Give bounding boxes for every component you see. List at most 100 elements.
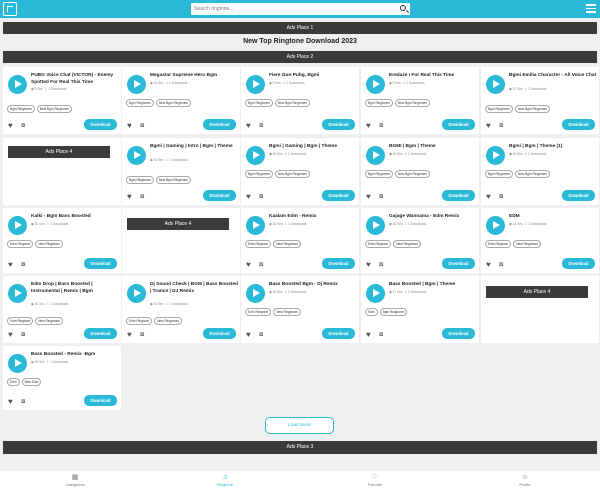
ringtone-title[interactable]: Eredaze I For Real This Time: [389, 73, 477, 80]
play-button[interactable]: [8, 75, 27, 94]
share-icon[interactable]: ⧇: [140, 331, 148, 339]
download-button[interactable]: Download: [562, 258, 595, 269]
ringtone-title[interactable]: Dj Sound Check | BGM | Bass Boosted | Tr…: [150, 282, 238, 295]
download-button[interactable]: Download: [442, 119, 475, 130]
share-icon[interactable]: ⧇: [21, 122, 29, 130]
tag[interactable]: Bgm Ringtones: [126, 99, 154, 107]
tag[interactable]: Bgm Ringtones: [245, 99, 273, 107]
share-icon[interactable]: ⧇: [499, 261, 507, 269]
ringtone-title[interactable]: Bgmi Emilia Character - All Voice Chat: [509, 73, 597, 80]
tag[interactable]: New Bgm Ringtones: [514, 170, 550, 178]
share-icon[interactable]: ⧇: [259, 193, 267, 201]
tag[interactable]: Best Bgm Ringtones: [36, 105, 72, 113]
nav-ringtone[interactable]: ♫ Ringtone: [200, 474, 250, 487]
download-button[interactable]: Download: [84, 395, 117, 406]
tag[interactable]: New Bgm Ringtones: [155, 99, 191, 107]
download-button[interactable]: Download: [562, 119, 595, 130]
ringtone-title[interactable]: Megastar Supreme Hero Bgm: [150, 73, 238, 80]
favorite-heart-icon[interactable]: ♥: [246, 122, 254, 130]
tag[interactable]: Edm: [7, 378, 20, 386]
tag[interactable]: New Ringtones: [273, 308, 301, 316]
tag[interactable]: Bgm Ringtones: [365, 99, 393, 107]
download-button[interactable]: Download: [84, 119, 117, 130]
tag[interactable]: Bgm Ringtones: [365, 170, 393, 178]
download-button[interactable]: Download: [322, 119, 355, 130]
share-icon[interactable]: ⧇: [140, 122, 148, 130]
tag[interactable]: Bgm Ringtones: [7, 105, 35, 113]
tag[interactable]: New Bgm Ringtones: [274, 99, 310, 107]
favorite-heart-icon[interactable]: ♥: [127, 193, 135, 201]
ringtone-title[interactable]: Bass Boosted | Bgm | Theme: [389, 282, 477, 289]
ad-banner-3[interactable]: Ads Place 3: [3, 441, 597, 454]
tag[interactable]: Edm Ringtone: [126, 317, 153, 325]
favorite-heart-icon[interactable]: ♥: [127, 122, 135, 130]
search-input[interactable]: Search ringtone...: [191, 3, 410, 15]
tag[interactable]: New Ringtones: [35, 240, 63, 248]
favorite-heart-icon[interactable]: ♥: [8, 122, 16, 130]
share-icon[interactable]: ⧇: [21, 331, 29, 339]
ringtone-title[interactable]: Bass Boosted Bgm - Dj Remix: [269, 282, 357, 289]
download-button[interactable]: Download: [84, 328, 117, 339]
download-button[interactable]: Download: [203, 328, 236, 339]
download-button[interactable]: Download: [322, 258, 355, 269]
app-logo-icon[interactable]: [3, 2, 17, 16]
tag[interactable]: New Bgm Ringtones: [274, 170, 310, 178]
ad-banner-2[interactable]: Ads Place 2: [3, 51, 597, 63]
ringtone-title[interactable]: Bgmi | Gaming | Intro | Bgm | Theme: [150, 144, 238, 151]
tag[interactable]: New Bgm Ringtones: [514, 105, 550, 113]
tag[interactable]: Edm Ringtone: [245, 240, 272, 248]
ringtone-title[interactable]: Gajage Wannama - Edm Remix: [389, 214, 477, 221]
tag[interactable]: Edm: [365, 308, 378, 316]
download-button[interactable]: Download: [322, 328, 355, 339]
download-button[interactable]: Download: [322, 190, 355, 201]
tag[interactable]: Edm Ringtone: [485, 240, 512, 248]
share-icon[interactable]: ⧇: [140, 193, 148, 201]
favorite-heart-icon[interactable]: ♥: [246, 331, 254, 339]
favorite-heart-icon[interactable]: ♥: [366, 193, 374, 201]
ad-place-4[interactable]: Ads Place 4: [127, 218, 229, 230]
ringtone-title[interactable]: Edm Drop | Bass Boosted | Instrumental |…: [31, 282, 119, 295]
favorite-heart-icon[interactable]: ♥: [486, 122, 494, 130]
tag[interactable]: New Ringtones: [154, 317, 182, 325]
tag[interactable]: Edm Ringtone: [7, 240, 34, 248]
favorite-heart-icon[interactable]: ♥: [8, 398, 16, 406]
share-icon[interactable]: ⧇: [379, 122, 387, 130]
favorite-heart-icon[interactable]: ♥: [246, 261, 254, 269]
play-button[interactable]: [8, 284, 27, 303]
ringtone-title[interactable]: Bgmi | Gaming | Bgm | Theme: [269, 144, 357, 151]
nav-profile[interactable]: ☺ Profile: [500, 474, 550, 487]
tag[interactable]: New Ringtones: [393, 240, 421, 248]
download-button[interactable]: Download: [442, 328, 475, 339]
ringtone-title[interactable]: Fiere Gun Pubg, Bgmi: [269, 73, 357, 80]
share-icon[interactable]: ⧇: [379, 331, 387, 339]
play-button[interactable]: [127, 284, 146, 303]
ad-banner-1[interactable]: Ads Place 1: [3, 22, 597, 34]
favorite-heart-icon[interactable]: ♥: [486, 193, 494, 201]
tag[interactable]: Bgm Ringtones: [485, 170, 513, 178]
tag[interactable]: Bgm Ringtones: [379, 308, 408, 316]
favorite-heart-icon[interactable]: ♥: [127, 331, 135, 339]
favorite-heart-icon[interactable]: ♥: [8, 261, 16, 269]
download-button[interactable]: Download: [84, 258, 117, 269]
share-icon[interactable]: ⧇: [259, 261, 267, 269]
tag[interactable]: Edm Ringtone: [365, 240, 392, 248]
favorite-heart-icon[interactable]: ♥: [366, 261, 374, 269]
share-icon[interactable]: ⧇: [21, 398, 29, 406]
favorite-heart-icon[interactable]: ♥: [486, 261, 494, 269]
ringtone-title[interactable]: Kaalam Edm - Remix: [269, 214, 357, 221]
tag[interactable]: New Ringtones: [513, 240, 541, 248]
tag[interactable]: New Edm: [21, 378, 42, 386]
ringtone-title[interactable]: Kalki - Bgm Bass Boosted: [31, 214, 119, 221]
ringtone-title[interactable]: PUBG Voice Chat (VICTOR) - Enemy Spotted…: [31, 73, 119, 86]
tag[interactable]: New Bgm Ringtones: [394, 170, 430, 178]
download-button[interactable]: Download: [442, 190, 475, 201]
favorite-heart-icon[interactable]: ♥: [8, 331, 16, 339]
ringtone-title[interactable]: Bgmi | Bgm | Theme (1): [509, 144, 597, 151]
load-more-button[interactable]: Load More: [265, 417, 334, 434]
share-icon[interactable]: ⧇: [499, 193, 507, 201]
download-button[interactable]: Download: [562, 190, 595, 201]
share-icon[interactable]: ⧇: [259, 331, 267, 339]
tag[interactable]: Edm Ringtone: [7, 317, 34, 325]
ringtone-title[interactable]: BGMI | Bgm | Theme: [389, 144, 477, 151]
share-icon[interactable]: ⧇: [21, 261, 29, 269]
